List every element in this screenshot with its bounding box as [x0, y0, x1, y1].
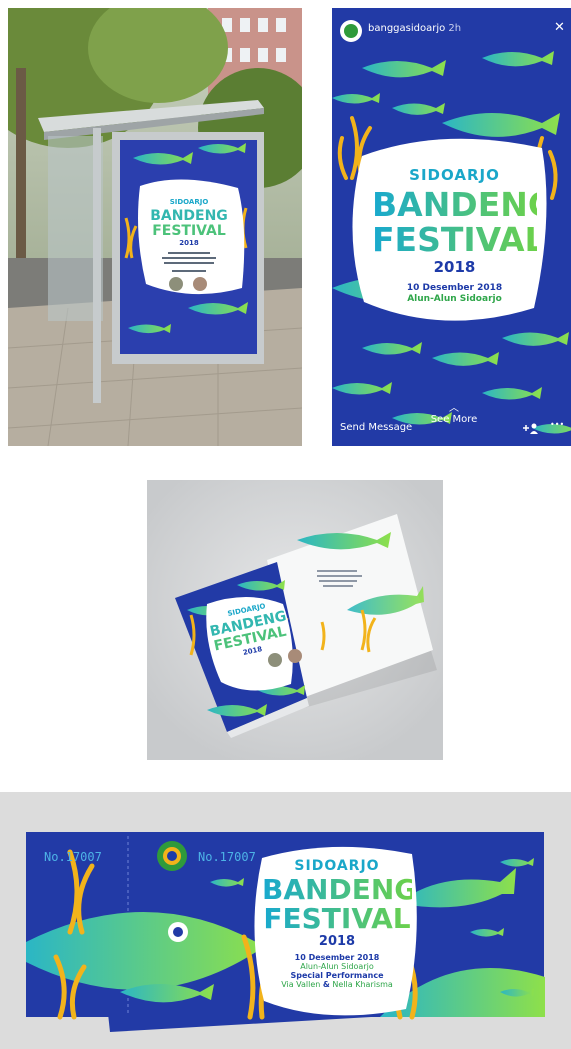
- ticket-name-2: FESTIVAL: [263, 902, 411, 935]
- add-to-story-icon[interactable]: [522, 420, 538, 434]
- ticket-performers: Via Vallen & Nella Kharisma: [262, 980, 412, 989]
- story-name-2: FESTIVAL: [372, 220, 546, 259]
- ticket-date: 10 Desember 2018: [294, 953, 380, 962]
- story-year: 2018: [433, 258, 476, 276]
- more-options-icon[interactable]: •••: [550, 420, 564, 429]
- poster-city: SIDOARJO: [170, 198, 209, 206]
- story-city: SIDOARJO: [409, 166, 500, 184]
- poster-year: 2018: [179, 239, 199, 247]
- ticket-number-stub: No.17007: [44, 850, 102, 864]
- ticket-city: SIDOARJO: [294, 858, 380, 874]
- story-venue: Alun-Alun Sidoarjo: [407, 294, 502, 304]
- performer-amp: &: [322, 980, 330, 989]
- ticket-number-main: No.17007: [198, 850, 256, 864]
- ticket-special: Special Performance: [290, 971, 384, 980]
- story-username[interactable]: banggasidoarjo: [368, 23, 445, 34]
- performer-b: Nella Kharisma: [332, 980, 393, 989]
- see-more-button[interactable]: ︿ See More: [424, 403, 484, 426]
- see-more-label: See More: [430, 414, 478, 425]
- ticket-poster-text: SIDOARJO BANDENG FESTIVAL 2018 10 Desemb…: [262, 858, 418, 989]
- bus-stop-scene: SIDOARJO BANDENG FESTIVAL 2018: [8, 8, 302, 446]
- ticket-year: 2018: [318, 934, 356, 949]
- close-icon[interactable]: ✕: [554, 20, 565, 35]
- story-date: 10 Desember 2018: [406, 283, 503, 293]
- chevron-up-icon: ︿: [449, 403, 459, 414]
- ticket-mockup: No.17007 No.17007 SIDOARJO BANDENG FESTI…: [0, 792, 571, 1049]
- ticket-name-1: BANDENG: [262, 873, 418, 906]
- poster-name-2: FESTIVAL: [152, 223, 226, 239]
- instagram-story-mockup: banggasidoarjo 2h ✕ SIDOARJO BANDENG FES…: [332, 8, 571, 446]
- story-header: banggasidoarjo 2h: [368, 23, 461, 34]
- brochure-mockup: SIDOARJO BANDENG FESTIVAL 2018: [147, 480, 443, 760]
- ticket-venue: Alun-Alun Sidoarjo: [300, 962, 374, 971]
- story-poster-text: SIDOARJO BANDENG FESTIVAL 2018 10 Desemb…: [372, 158, 555, 304]
- story-name-1: BANDENG: [372, 185, 555, 224]
- brochure-art: SIDOARJO BANDENG FESTIVAL 2018: [147, 480, 443, 760]
- poster-name-1: BANDENG: [150, 208, 228, 224]
- send-message-button[interactable]: Send Message: [340, 422, 412, 433]
- story-time: 2h: [448, 23, 462, 34]
- performer-a: Via Vallen: [281, 980, 321, 989]
- avatar[interactable]: [340, 20, 362, 42]
- bus-stop-mockup: SIDOARJO BANDENG FESTIVAL 2018: [8, 8, 302, 446]
